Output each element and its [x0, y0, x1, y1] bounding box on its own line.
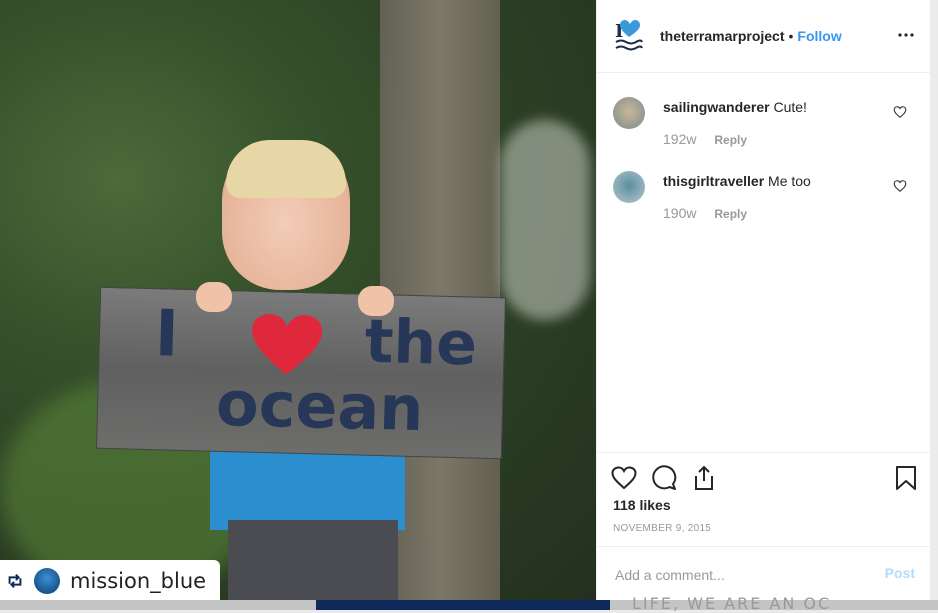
- comment-age[interactable]: 192w: [663, 131, 696, 147]
- comment-icon[interactable]: [651, 465, 677, 491]
- wooden-sign: I the ocean: [95, 286, 507, 460]
- post-date[interactable]: NOVEMBER 9, 2015: [613, 523, 711, 534]
- comment-item: sailingwanderer Cute! 192w Reply: [597, 95, 931, 169]
- child-hair: [226, 140, 346, 198]
- terramar-logo[interactable]: I: [614, 19, 644, 53]
- save-bookmark-icon[interactable]: [893, 465, 919, 491]
- underlying-banner: [316, 600, 610, 610]
- comment-age[interactable]: 190w: [663, 205, 696, 221]
- comment-like-icon[interactable]: [893, 179, 907, 193]
- comment-text: Me too: [768, 173, 811, 189]
- comment-like-icon[interactable]: [893, 105, 907, 119]
- background-bokeh: [500, 120, 590, 320]
- follow-button[interactable]: Follow: [797, 28, 841, 44]
- share-icon[interactable]: [691, 465, 717, 491]
- underlying-page-text: LIFE, WE ARE AN OC: [632, 594, 832, 613]
- sign-word-i: I: [153, 297, 180, 372]
- add-comment-input[interactable]: [613, 564, 867, 586]
- post-photo[interactable]: I the ocean mission_blue: [0, 0, 596, 600]
- more-options-icon[interactable]: [897, 26, 915, 44]
- repost-badge: mission_blue: [0, 560, 220, 600]
- comment-item: thisgirltraveller Me too 190w Reply: [597, 169, 931, 243]
- comment-text: Cute!: [773, 99, 807, 115]
- post-header: I theterramarproject • Follow: [597, 0, 931, 73]
- sign-word-ocean: ocean: [215, 366, 425, 446]
- avatar[interactable]: [613, 97, 645, 129]
- add-comment-bar: Post: [597, 546, 931, 601]
- like-icon[interactable]: [611, 465, 637, 491]
- account-name[interactable]: theterramarproject: [660, 28, 785, 44]
- mission-blue-logo: [34, 568, 60, 594]
- comment-username[interactable]: sailingwanderer: [663, 99, 770, 115]
- child-left-hand: [196, 282, 232, 312]
- repost-icon: [8, 573, 22, 589]
- repost-account-name: mission_blue: [70, 569, 207, 593]
- child-pants: [228, 520, 398, 600]
- child-right-hand: [358, 286, 394, 316]
- post-actions: 118 likes NOVEMBER 9, 2015: [597, 452, 931, 547]
- post-comment-button[interactable]: Post: [885, 565, 915, 581]
- underlying-page-strip: LIFE, WE ARE AN OC: [0, 594, 938, 613]
- avatar[interactable]: [613, 171, 645, 203]
- separator-dot: •: [788, 28, 794, 44]
- comment-username[interactable]: thisgirltraveller: [663, 173, 764, 189]
- page-gutter: [930, 0, 938, 600]
- reply-button[interactable]: Reply: [714, 133, 747, 147]
- post-side-panel: I theterramarproject • Follow sailingwan…: [596, 0, 931, 600]
- likes-count[interactable]: 118 likes: [613, 497, 671, 513]
- comments-list: sailingwanderer Cute! 192w Reply thisgir…: [597, 73, 931, 243]
- reply-button[interactable]: Reply: [714, 207, 747, 221]
- sign-word-the: the: [363, 306, 478, 380]
